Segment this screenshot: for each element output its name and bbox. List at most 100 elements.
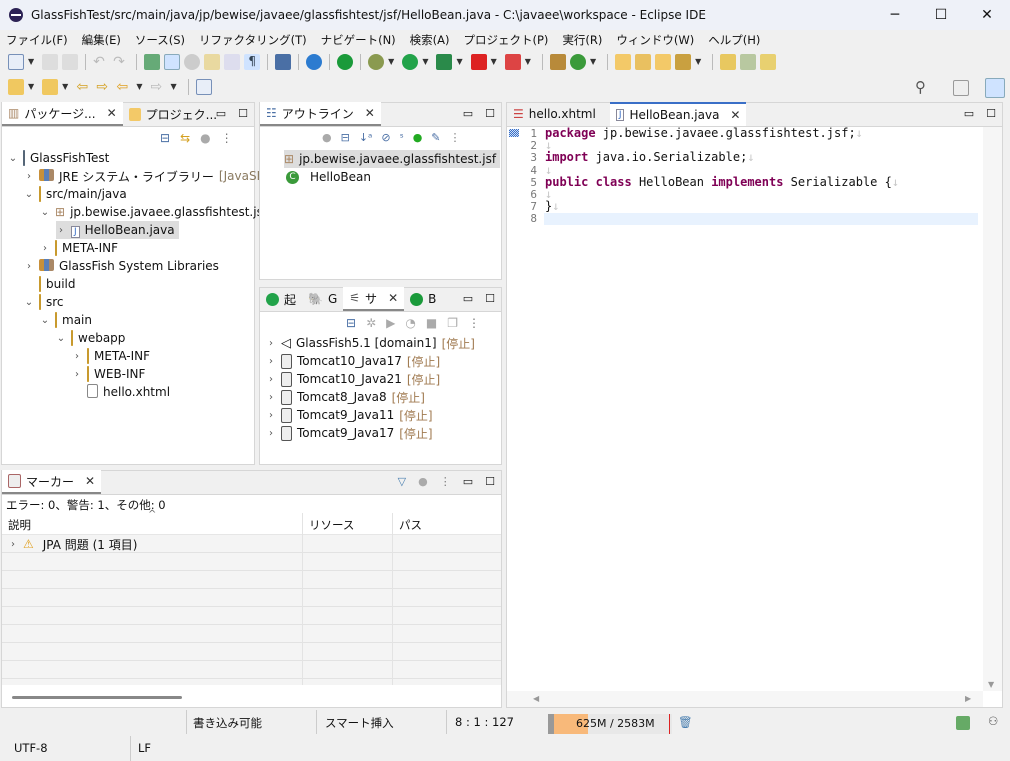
filter-icon[interactable]: ●: [200, 131, 210, 145]
maximize-icon[interactable]: ☐: [238, 107, 248, 120]
outline-item-class[interactable]: C HelloBean: [286, 168, 371, 186]
horizontal-scrollbar[interactable]: [12, 696, 182, 699]
collapse-icon[interactable]: ⌄: [40, 315, 50, 326]
tab-boot-dashboard[interactable]: B: [404, 287, 442, 311]
menu-run[interactable]: 実行(R): [562, 32, 602, 48]
collapse-icon[interactable]: ⌄: [24, 189, 34, 200]
last-edit-location-icon[interactable]: ⇦: [76, 79, 92, 95]
annotation-icon[interactable]: [720, 53, 737, 70]
run-icon[interactable]: [402, 53, 419, 70]
start-server-icon[interactable]: ▶: [386, 316, 395, 330]
menu-project[interactable]: プロジェクト(P): [464, 32, 549, 48]
maximize-icon[interactable]: ☐: [485, 292, 495, 305]
minimize-button[interactable]: ─: [872, 0, 918, 30]
publish-icon[interactable]: ❐: [447, 316, 458, 330]
tree-item[interactable]: › WEB-INF: [72, 365, 145, 383]
column-resource[interactable]: リソース: [302, 513, 360, 535]
menu-refactor[interactable]: リファクタリング(T): [199, 32, 307, 48]
server-item[interactable]: › Tomcat10_Java17 [停止]: [266, 352, 440, 370]
column-path[interactable]: パス: [392, 513, 428, 535]
sort-icon[interactable]: ↓ᵃ: [359, 131, 373, 144]
back-icon[interactable]: ⇦: [116, 79, 132, 95]
maximize-button[interactable]: ☐: [918, 0, 964, 30]
group-icon[interactable]: ●: [418, 475, 428, 488]
menu-search[interactable]: 検索(A): [410, 32, 450, 48]
tree-item[interactable]: build: [24, 275, 76, 293]
menu-navigate[interactable]: ナビゲート(N): [321, 32, 396, 48]
tab-gradle[interactable]: 🐘 G: [302, 287, 343, 311]
expand-icon[interactable]: ›: [56, 225, 66, 236]
jsf-icon[interactable]: [740, 53, 757, 70]
tree-item[interactable]: › JRE システム・ライブラリー [JavaSE-1.8]: [24, 167, 292, 185]
block-selection-icon[interactable]: [224, 53, 241, 70]
pin-editor-icon[interactable]: [195, 78, 212, 95]
outline-item-package[interactable]: ⊞ jp.bewise.javaee.glassfishtest.jsf: [284, 150, 501, 168]
view-menu-icon[interactable]: ⋮: [221, 131, 233, 145]
collapse-all-icon[interactable]: ⊟: [346, 316, 356, 330]
expand-icon[interactable]: ›: [72, 351, 82, 362]
server-item[interactable]: › Tomcat8_Java8 [停止]: [266, 388, 425, 406]
vertical-scrollbar[interactable]: ▼: [983, 127, 1002, 691]
server-item[interactable]: › Tomcat9_Java17 [停止]: [266, 424, 433, 442]
menu-file[interactable]: ファイル(F): [6, 32, 68, 48]
next-edit-location-icon[interactable]: ⇨: [96, 79, 112, 95]
expand-icon[interactable]: ›: [72, 369, 82, 380]
forward-icon[interactable]: ⇨: [150, 79, 166, 95]
maximize-icon[interactable]: ☐: [485, 475, 495, 488]
toggle-breadcrumb-icon[interactable]: [184, 53, 201, 70]
close-icon[interactable]: ✕: [85, 474, 95, 488]
collapse-icon[interactable]: ⌄: [24, 297, 34, 308]
column-description[interactable]: 説明: [8, 517, 31, 533]
profile-server-icon[interactable]: ◔: [405, 316, 415, 330]
tab-markers[interactable]: マーカー ✕: [2, 470, 102, 494]
heap-status[interactable]: 625M / 2583M: [548, 714, 672, 734]
expand-icon[interactable]: ›: [266, 392, 276, 403]
debug-icon[interactable]: [368, 53, 385, 70]
hide-fields-icon[interactable]: ⊘: [381, 131, 390, 144]
new-class-icon[interactable]: [569, 53, 586, 70]
link-editor-icon[interactable]: ⇆: [180, 131, 190, 145]
tab-project-explorer[interactable]: プロジェク...: [123, 102, 223, 126]
hide-static-icon[interactable]: ˢ: [400, 131, 404, 144]
expand-icon[interactable]: ›: [40, 243, 50, 254]
tab-launch[interactable]: 起: [260, 287, 302, 311]
open-project-icon[interactable]: [635, 53, 652, 70]
problems-status-icon[interactable]: [956, 716, 970, 730]
search-tool-icon[interactable]: [675, 53, 692, 70]
collapse-icon[interactable]: ⌄: [8, 153, 18, 164]
undo-icon[interactable]: ↶: [93, 54, 109, 70]
collapse-all-icon[interactable]: ⊟: [341, 131, 350, 144]
tree-item[interactable]: › META-INF: [40, 239, 118, 257]
mark-occurrences-icon[interactable]: [164, 53, 181, 70]
save-icon[interactable]: [42, 53, 59, 70]
minimize-icon[interactable]: ▭: [463, 107, 473, 120]
stop-server-icon[interactable]: ■: [426, 316, 437, 330]
view-menu-icon[interactable]: ⋮: [450, 131, 461, 144]
previous-edit-icon[interactable]: [42, 78, 59, 95]
expand-icon[interactable]: ›: [8, 539, 18, 550]
close-window-button[interactable]: ✕: [964, 0, 1010, 30]
focus-icon[interactable]: ●: [322, 131, 332, 144]
open-type-icon[interactable]: [144, 53, 161, 70]
close-icon[interactable]: ✕: [107, 106, 117, 120]
collapse-icon[interactable]: ⌄: [56, 333, 66, 344]
save-all-icon[interactable]: [62, 53, 79, 70]
coverage-icon[interactable]: [436, 53, 453, 70]
tree-item[interactable]: ⌄ src: [24, 293, 64, 311]
notifications-icon[interactable]: ⚇: [988, 714, 998, 728]
tab-hellobean-java[interactable]: J HelloBean.java ✕: [609, 102, 747, 126]
expand-icon[interactable]: ›: [266, 374, 276, 385]
tree-item[interactable]: ⌄ GlassFishTest: [8, 149, 109, 167]
minimize-icon[interactable]: ▭: [463, 475, 473, 488]
marker-row[interactable]: › ⚠ JPA 問題 (1 項目): [8, 535, 137, 553]
next-annotation-icon[interactable]: [204, 53, 221, 70]
expand-icon[interactable]: ›: [24, 171, 34, 182]
redo-icon[interactable]: ↷: [113, 54, 129, 70]
server-item[interactable]: › Tomcat9_Java11 [停止]: [266, 406, 433, 424]
view-menu-icon[interactable]: ⋮: [440, 475, 451, 488]
tree-item[interactable]: › META-INF: [72, 347, 150, 365]
close-icon[interactable]: ✕: [730, 108, 740, 122]
filter-icon[interactable]: ▽: [398, 475, 406, 488]
close-icon[interactable]: ✕: [365, 106, 375, 120]
tree-item[interactable]: ⌄ webapp: [56, 329, 125, 347]
